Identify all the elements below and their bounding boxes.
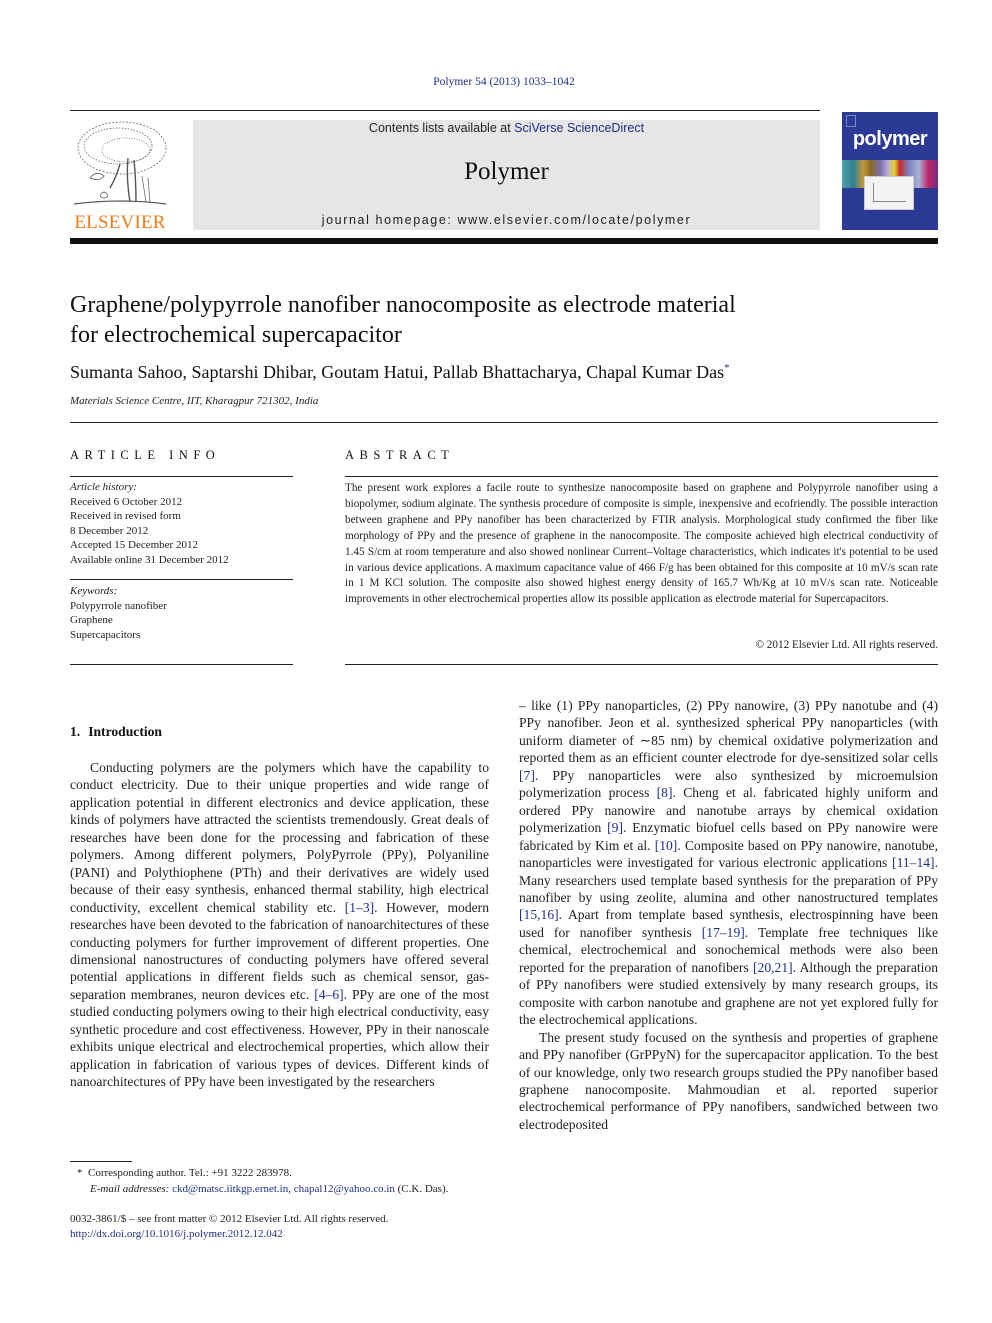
- elsevier-tree-icon: [73, 121, 167, 205]
- authors-text: Sumanta Sahoo, Saptarshi Dhibar, Goutam …: [70, 362, 725, 382]
- citation-link[interactable]: [1–3]: [345, 900, 374, 915]
- email-link-1[interactable]: ckd@matsc.iitkgp.ernet.in: [172, 1183, 288, 1195]
- footnote-rule: [70, 1161, 132, 1162]
- keyword-item: Supercapacitors: [70, 628, 141, 641]
- citation-link[interactable]: [17–19]: [702, 925, 745, 940]
- article-info-heading: ARTICLE INFO: [70, 448, 221, 462]
- citation-link[interactable]: [15,16]: [519, 907, 559, 922]
- history-label: Article history:: [70, 481, 137, 493]
- sciencedirect-link[interactable]: SciVerse ScienceDirect: [514, 121, 644, 135]
- journal-cover-image[interactable]: polymer: [842, 112, 938, 230]
- paragraph: Conducting polymers are the polymers whi…: [70, 760, 490, 1090]
- email-label: E-mail addresses:: [90, 1183, 170, 1195]
- history-item: 8 December 2012: [70, 524, 149, 537]
- article-title: Graphene/polypyrrole nanofiber nanocompo…: [70, 290, 890, 350]
- elsevier-logo[interactable]: ELSEVIER: [70, 118, 170, 234]
- history-item: Received 6 October 2012: [70, 495, 183, 508]
- divider: [70, 664, 293, 665]
- footnote-corresponding-author: * Corresponding author. Tel.: +91 3222 2…: [77, 1167, 449, 1195]
- contents-availability: Contents lists available at SciVerse Sci…: [193, 121, 820, 135]
- abstract-copyright: © 2012 Elsevier Ltd. All rights reserved…: [755, 639, 939, 651]
- body-column-right: – like (1) PPy nanoparticles, (2) PPy na…: [519, 697, 938, 1133]
- divider: [345, 476, 938, 477]
- email-suffix: (C.K. Das).: [394, 1183, 449, 1195]
- divider: [70, 476, 293, 477]
- abstract-heading: ABSTRACT: [345, 448, 455, 462]
- citation-link[interactable]: [4–6]: [314, 987, 343, 1002]
- history-item: Received in revised form: [70, 510, 181, 523]
- author-list: Sumanta Sahoo, Saptarshi Dhibar, Goutam …: [70, 362, 730, 383]
- contents-prefix: Contents lists available at: [368, 121, 515, 135]
- journal-citation-link[interactable]: Polymer 54 (2013) 1033–1042: [0, 76, 992, 88]
- cover-title: polymer: [852, 128, 928, 150]
- corresponding-author-mark[interactable]: *: [724, 362, 730, 374]
- issn-line: 0032-3861/$ – see front matter © 2012 El…: [70, 1213, 389, 1225]
- section-heading-introduction: 1. Introduction: [70, 724, 162, 740]
- title-line-1: Graphene/polypyrrole nanofiber nanocompo…: [70, 292, 736, 318]
- section-title: Introduction: [88, 724, 162, 739]
- footnote-mark: *: [77, 1167, 83, 1179]
- header-bottom-rule: [70, 238, 938, 244]
- elsevier-wordmark: ELSEVIER: [74, 212, 166, 233]
- citation-link[interactable]: [11–14]: [892, 855, 935, 870]
- section-number: 1.: [70, 724, 81, 739]
- affiliation: Materials Science Centre, IIT, Kharagpur…: [70, 395, 319, 407]
- keyword-item: Polypyrrole nanofiber: [70, 599, 167, 612]
- citation-link[interactable]: [9]: [607, 820, 623, 835]
- history-item: Accepted 15 December 2012: [70, 539, 198, 552]
- journal-banner: Contents lists available at SciVerse Sci…: [193, 120, 820, 230]
- journal-homepage-link[interactable]: journal homepage: www.elsevier.com/locat…: [193, 213, 820, 227]
- keywords: Keywords: Polypyrrole nanofiber Graphene…: [70, 584, 167, 642]
- divider: [70, 422, 938, 423]
- citation-link[interactable]: [8]: [657, 785, 673, 800]
- citation-link[interactable]: [10]: [655, 838, 678, 853]
- divider: [345, 664, 938, 665]
- journal-title: Polymer: [464, 158, 549, 185]
- paragraph: The present study focused on the synthes…: [519, 1029, 938, 1132]
- body-column-left: Conducting polymers are the polymers whi…: [70, 759, 489, 1091]
- citation-link[interactable]: [20,21]: [753, 960, 793, 975]
- title-line-2: for electrochemical supercapacitor: [70, 322, 402, 348]
- abstract-text: The present work explores a facile route…: [345, 482, 938, 606]
- keyword-item: Graphene: [70, 614, 113, 627]
- citation-link[interactable]: [7]: [519, 768, 535, 783]
- doi-link[interactable]: http://dx.doi.org/10.1016/j.polymer.2012…: [70, 1228, 283, 1240]
- history-item: Available online 31 December 2012: [70, 553, 229, 566]
- email-link-2[interactable]: chapal12@yahoo.co.in: [294, 1183, 395, 1195]
- divider: [70, 579, 293, 580]
- front-matter: 0032-3861/$ – see front matter © 2012 El…: [70, 1212, 388, 1242]
- elsevier-mini-logo-icon: [846, 115, 856, 127]
- corresponding-text: Corresponding author. Tel.: +91 3222 283…: [88, 1167, 292, 1179]
- header-top-rule: [70, 110, 820, 111]
- cover-plot-icon: [864, 176, 914, 210]
- keywords-label: Keywords:: [70, 585, 118, 597]
- paragraph: – like (1) PPy nanoparticles, (2) PPy na…: [519, 698, 939, 1028]
- article-history: Article history: Received 6 October 2012…: [70, 480, 229, 568]
